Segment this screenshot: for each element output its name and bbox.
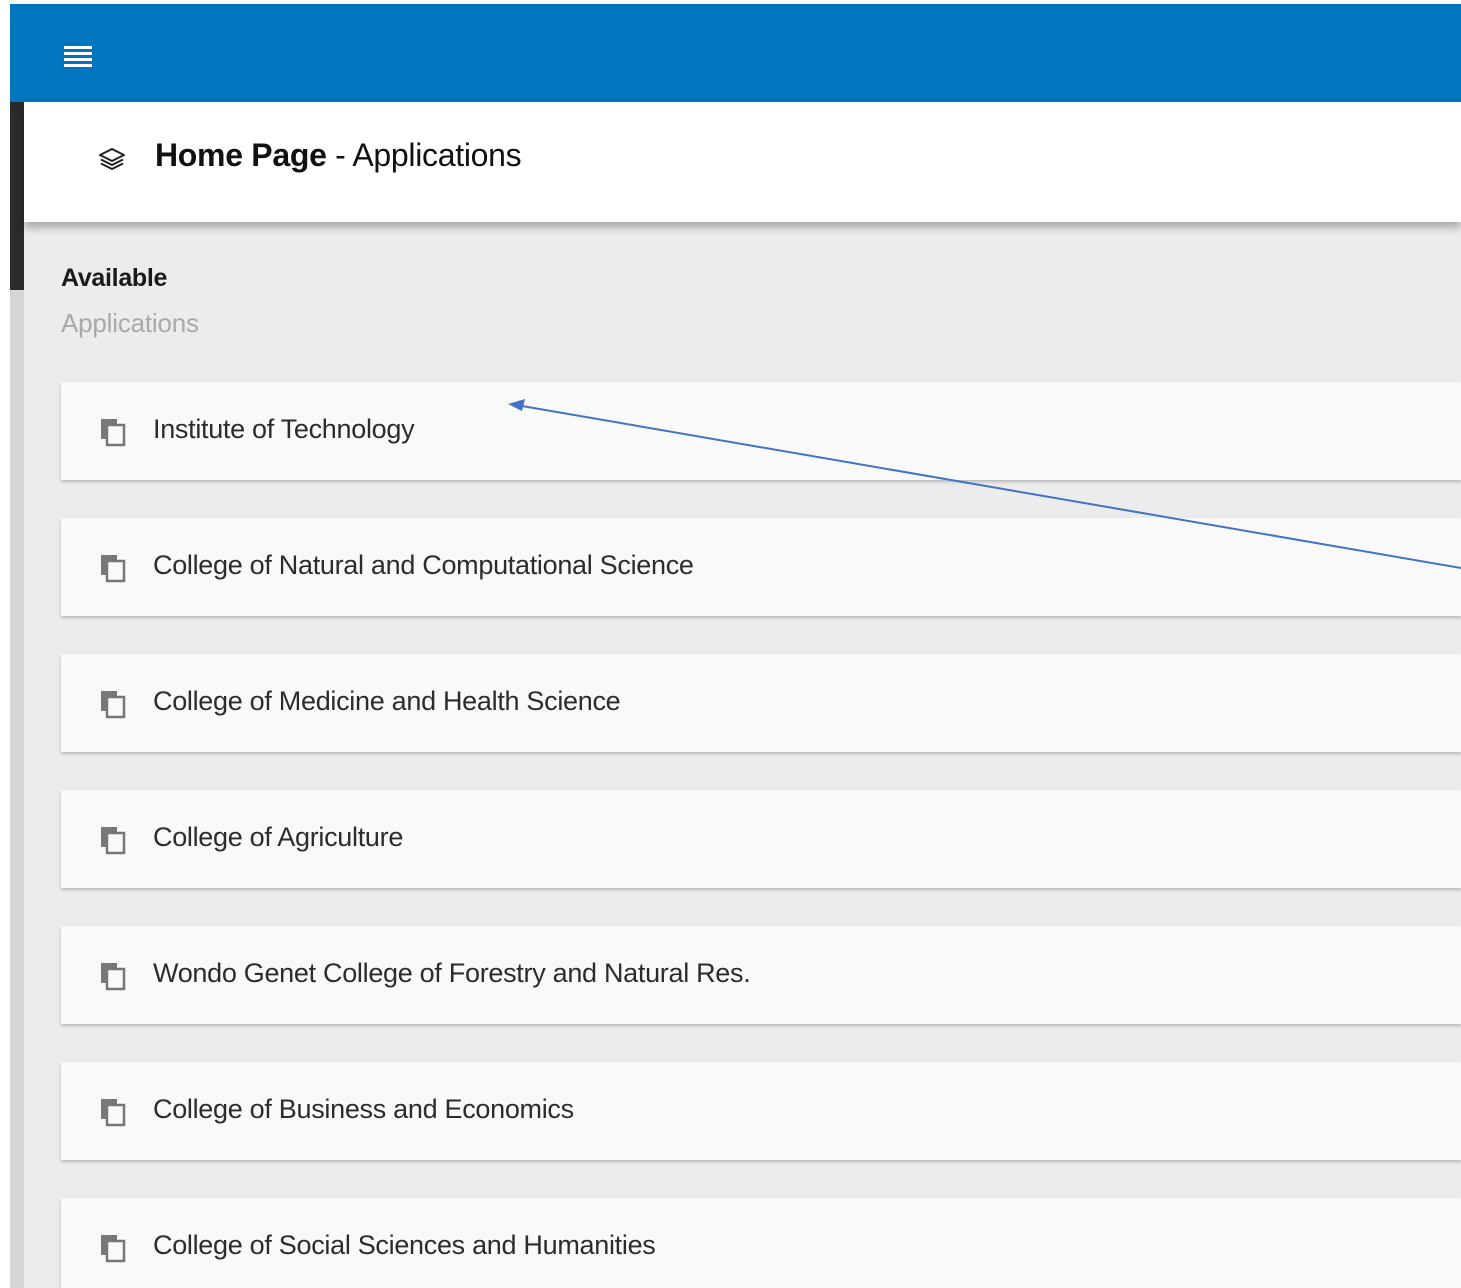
main-content: Available Applications Institute of Tech… [24,222,1461,1288]
application-card[interactable]: College of Agriculture [61,790,1461,888]
application-card[interactable]: College of Business and Economics [61,1062,1461,1160]
application-label: College of Natural and Computational Sci… [153,550,694,580]
page-title-strong: Home Page [155,137,327,173]
hamburger-menu-icon [64,46,92,49]
hamburger-menu-icon-line [64,64,92,67]
application-card[interactable]: College of Medicine and Health Science [61,654,1461,752]
hamburger-menu-icon-line [64,52,92,55]
application-card[interactable]: College of Natural and Computational Sci… [61,518,1461,616]
section-title: Available [61,264,168,292]
page-header: Home Page - Applications [24,102,1461,222]
hamburger-menu-icon-line [64,58,92,61]
application-label: Institute of Technology [153,414,415,444]
application-card[interactable]: College of Social Sciences and Humanitie… [61,1198,1461,1288]
copy-icon [101,827,126,855]
copy-icon [101,555,126,583]
application-card[interactable]: Wondo Genet College of Forestry and Natu… [61,926,1461,1024]
application-list: Institute of Technology College of Natur… [61,382,1461,1288]
section-subtitle: Applications [61,308,199,338]
copy-icon [101,419,126,447]
top-app-bar [10,4,1461,102]
layers-icon [99,148,125,170]
application-label: College of Business and Economics [153,1094,574,1124]
copy-icon [101,963,126,991]
page-title-separator: - [326,137,353,173]
application-label: College of Social Sciences and Humanitie… [153,1230,656,1260]
application-card[interactable]: Institute of Technology [61,382,1461,480]
sidebar-edge [10,102,24,290]
menu-button[interactable] [62,46,94,72]
copy-icon [101,1099,126,1127]
copy-icon [101,1235,126,1263]
page-title: Home Page - Applications [155,137,522,174]
application-label: Wondo Genet College of Forestry and Natu… [153,958,751,988]
page-title-rest: Applications [352,137,522,173]
sidebar-edge-lower [10,290,24,1288]
application-label: College of Medicine and Health Science [153,686,621,716]
application-label: College of Agriculture [153,822,404,852]
copy-icon [101,691,126,719]
page: Home Page - Applications Available Appli… [0,0,1461,1288]
